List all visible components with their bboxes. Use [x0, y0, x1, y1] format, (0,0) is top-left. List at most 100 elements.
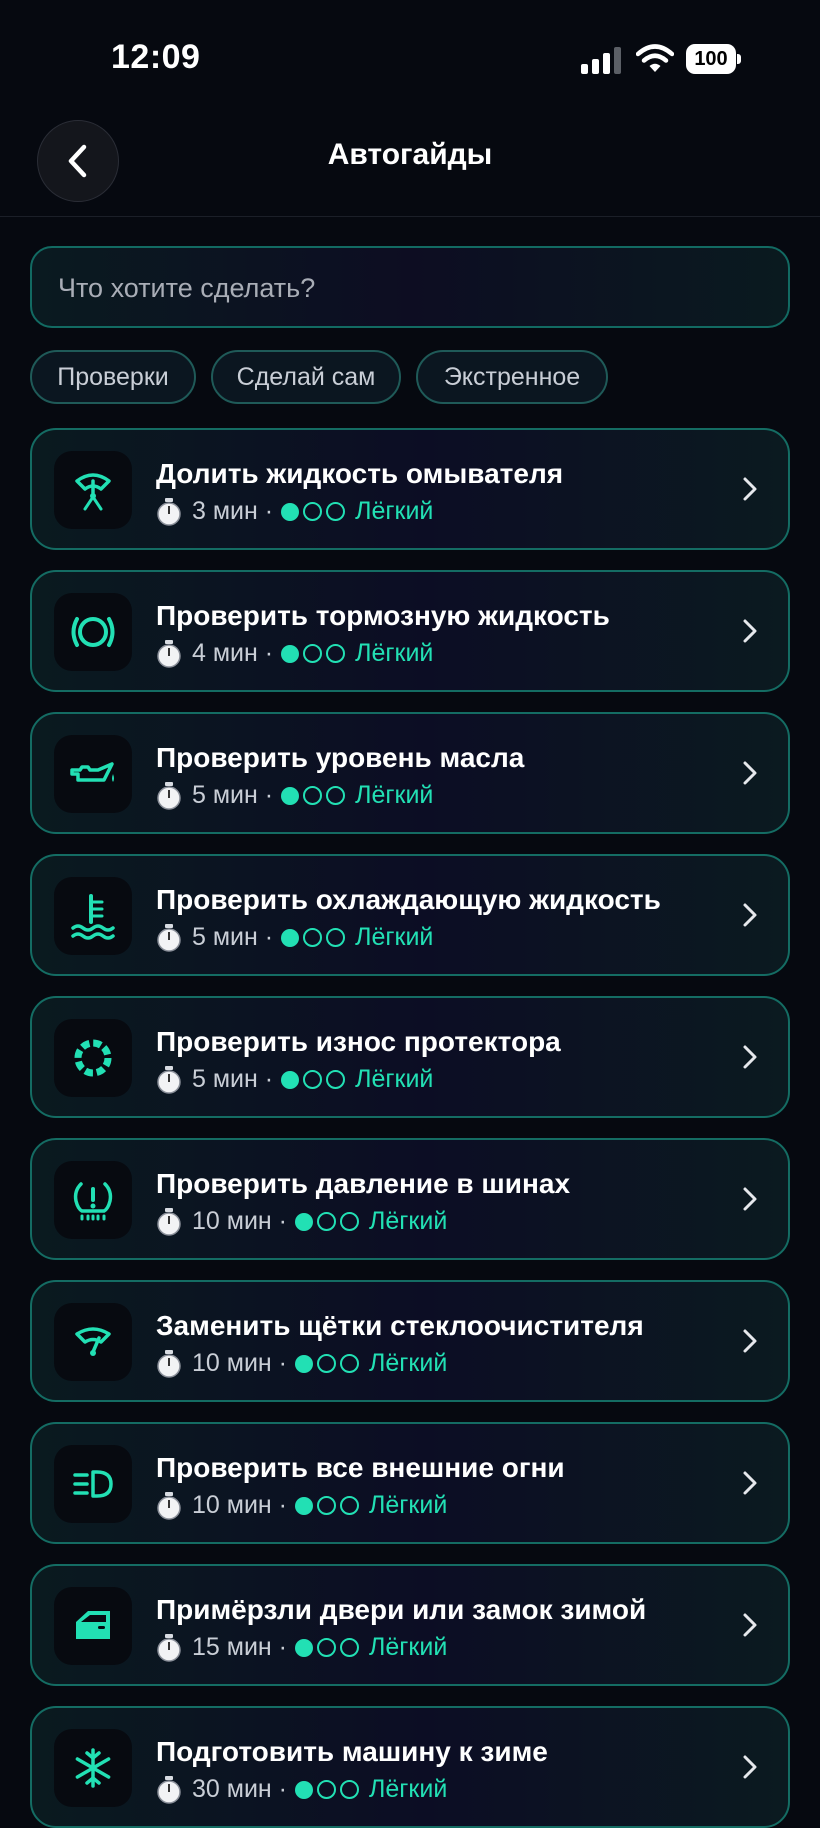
chip-emergency[interactable]: Экстренное — [416, 350, 608, 404]
guide-difficulty: Лёгкий — [355, 1065, 434, 1093]
guide-meta: 30 мин · Лёгкий — [156, 1775, 447, 1804]
guide-title: Подготовить машину к зиме — [156, 1736, 548, 1767]
guide-difficulty: Лёгкий — [369, 1633, 448, 1661]
guide-duration: 10 мин — [192, 1207, 272, 1235]
chevron-right-icon — [743, 1613, 757, 1637]
guide-difficulty: Лёгкий — [369, 1207, 448, 1235]
difficulty-dot-empty — [340, 1354, 359, 1373]
difficulty-dot-filled — [295, 1496, 313, 1515]
battery-level: 100 — [686, 44, 736, 74]
difficulty-dot-filled — [295, 1354, 313, 1373]
difficulty-dot-empty — [326, 786, 346, 805]
guide-duration: 3 мин — [192, 497, 258, 525]
guide-duration: 10 мин — [192, 1349, 272, 1377]
guide-duration: 5 мин — [192, 781, 258, 809]
chevron-right-icon — [743, 761, 757, 785]
washer-fluid-icon — [75, 473, 111, 511]
guide-duration: 5 мин — [192, 1065, 258, 1093]
difficulty-dot-filled — [281, 928, 300, 947]
guide-meta: 10 мин · Лёгкий — [156, 1491, 447, 1520]
guide-card-brake-fluid[interactable]: Проверить тормозную жидкость 4 мин · Лёг… — [30, 570, 790, 692]
difficulty-dot-empty — [340, 1780, 359, 1799]
stopwatch-icon — [156, 639, 182, 668]
difficulty-dot-empty — [340, 1638, 359, 1657]
difficulty-dot-filled — [295, 1638, 313, 1657]
guide-card-tire-pressure[interactable]: Проверить давление в шинах 10 мин · Лёгк… — [30, 1138, 790, 1260]
chevron-right-icon — [743, 1187, 757, 1211]
guide-difficulty: Лёгкий — [369, 1349, 448, 1377]
guide-duration: 5 мин — [192, 923, 258, 951]
chevron-right-icon — [743, 1755, 757, 1779]
guide-card-coolant[interactable]: Проверить охлаждающую жидкость 5 мин · Л… — [30, 854, 790, 976]
guide-meta: 10 мин · Лёгкий — [156, 1349, 447, 1378]
guide-card-wipers[interactable]: Заменить щётки стеклоочистителя 10 мин ·… — [30, 1280, 790, 1402]
difficulty-dot-filled — [281, 644, 300, 663]
guide-difficulty: Лёгкий — [355, 781, 434, 809]
difficulty-dot-empty — [326, 644, 346, 663]
chevron-right-icon — [743, 1045, 757, 1069]
wifi-icon — [635, 43, 675, 75]
stopwatch-icon — [156, 1065, 182, 1094]
difficulty-dot-empty — [317, 1354, 336, 1373]
guide-title: Заменить щётки стеклоочистителя — [156, 1310, 644, 1341]
nav-header: Автогайды — [0, 120, 820, 217]
difficulty-dot-empty — [340, 1212, 359, 1231]
coolant-temperature-icon — [71, 894, 115, 940]
difficulty-dot-empty — [340, 1496, 359, 1515]
guide-meta: 3 мин · Лёгкий — [156, 497, 433, 526]
difficulty-dot-empty — [303, 644, 323, 663]
guide-difficulty: Лёгкий — [369, 1775, 448, 1803]
guide-card-winter-prep[interactable]: Подготовить машину к зиме 30 мин · Лёгки… — [30, 1706, 790, 1828]
chevron-right-icon — [743, 619, 757, 643]
guide-meta: 5 мин · Лёгкий — [156, 1065, 433, 1094]
guide-difficulty: Лёгкий — [355, 497, 434, 525]
difficulty-dot-empty — [326, 502, 346, 521]
oil-can-icon — [70, 762, 114, 782]
guide-card-exterior-lights[interactable]: Проверить все внешние огни 10 мин · Лёгк… — [30, 1422, 790, 1544]
guide-card-tread-wear[interactable]: Проверить износ протектора 5 мин · Лёгки… — [30, 996, 790, 1118]
difficulty-dot-empty — [317, 1212, 336, 1231]
difficulty-dot-empty — [303, 1070, 323, 1089]
guide-duration: 30 мин — [192, 1775, 272, 1803]
difficulty-dot-empty — [326, 1070, 346, 1089]
difficulty-dot-filled — [295, 1212, 313, 1231]
guide-duration: 4 мин — [192, 639, 258, 667]
difficulty-dot-empty — [317, 1780, 336, 1799]
difficulty-dot-filled — [281, 502, 300, 521]
search-field[interactable] — [30, 246, 790, 328]
chip-checks[interactable]: Проверки — [30, 350, 196, 404]
guide-title: Примёрзли двери или замок зимой — [156, 1594, 647, 1625]
guide-meta: 5 мин · Лёгкий — [156, 781, 433, 810]
tire-tread-icon — [74, 1039, 112, 1077]
wiper-icon — [75, 1327, 111, 1356]
difficulty-dot-empty — [303, 502, 323, 521]
chip-diy[interactable]: Сделай сам — [211, 350, 401, 404]
stopwatch-icon — [156, 781, 182, 810]
battery-icon: 100 — [686, 44, 742, 74]
stopwatch-icon — [156, 1491, 182, 1520]
difficulty-dot-filled — [281, 786, 300, 805]
guide-duration: 10 мин — [192, 1491, 272, 1519]
guide-title: Проверить все внешние огни — [156, 1452, 565, 1483]
guide-card-oil-level[interactable]: Проверить уровень масла 5 мин · Лёгкий — [30, 712, 790, 834]
status-bar: 12:09 100 — [0, 0, 820, 120]
guide-meta: 4 мин · Лёгкий — [156, 639, 433, 668]
guide-title: Проверить давление в шинах — [156, 1168, 571, 1199]
difficulty-dot-empty — [303, 928, 323, 947]
guide-meta: 10 мин · Лёгкий — [156, 1207, 447, 1236]
difficulty-dot-filled — [281, 1070, 300, 1089]
guide-meta: 15 мин · Лёгкий — [156, 1633, 447, 1662]
difficulty-dot-empty — [317, 1496, 336, 1515]
search-input[interactable] — [56, 248, 760, 328]
guide-difficulty: Лёгкий — [355, 639, 434, 667]
car-door-icon — [76, 1611, 110, 1639]
difficulty-dot-empty — [303, 786, 323, 805]
guide-meta: 5 мин · Лёгкий — [156, 923, 433, 952]
guide-card-washer-fluid[interactable]: Долить жидкость омывателя 3 мин · Лёгкий — [30, 428, 790, 550]
guide-card-frozen-doors[interactable]: Примёрзли двери или замок зимой 15 мин ·… — [30, 1564, 790, 1686]
status-time: 12:09 — [111, 38, 201, 76]
page-title: Автогайды — [327, 138, 493, 171]
difficulty-dot-filled — [295, 1780, 313, 1799]
guide-difficulty: Лёгкий — [369, 1491, 448, 1519]
guide-duration: 15 мин — [192, 1633, 272, 1661]
